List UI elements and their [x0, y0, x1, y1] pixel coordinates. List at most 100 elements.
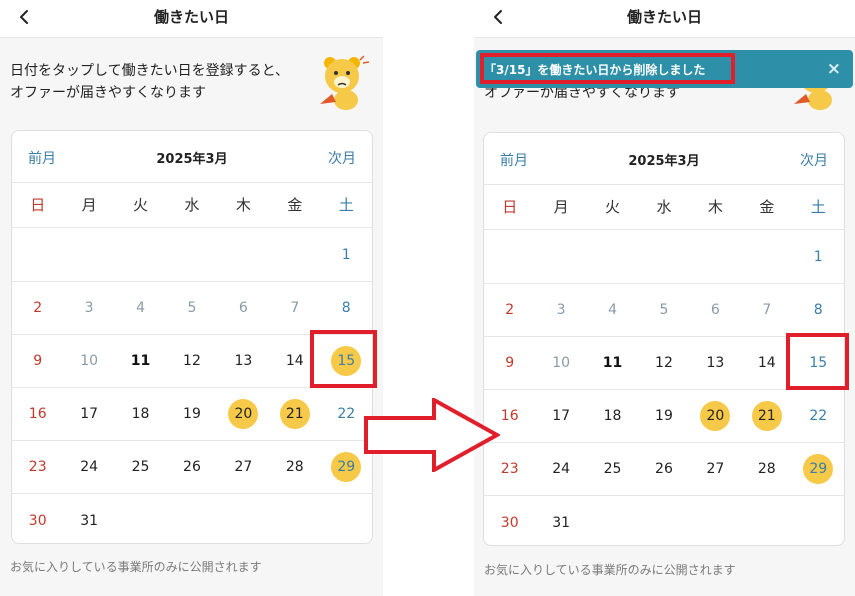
calendar-day-cell[interactable]: 25 [115, 441, 166, 493]
month-label: 2025年3月 [156, 152, 228, 167]
calendar-day-cell[interactable]: 11 [587, 337, 638, 389]
calendar-day-cell[interactable]: 25 [587, 443, 638, 495]
calendar-day-cell[interactable]: 2 [12, 282, 63, 334]
calendar-day-cell[interactable]: 10 [535, 337, 586, 389]
calendar-day-cell[interactable]: 28 [741, 443, 792, 495]
calendar-day-cell[interactable]: 5 [166, 282, 217, 334]
calendar-day-cell[interactable]: 24 [535, 443, 586, 495]
header: 働きたい日 [0, 0, 383, 38]
calendar-day-number: 31 [552, 514, 571, 531]
calendar-day-number: 11 [602, 355, 623, 371]
calendar-day-cell[interactable]: 31 [63, 494, 114, 543]
calendar-day-number: 3 [84, 300, 94, 316]
close-icon[interactable]: × [827, 59, 841, 79]
calendar-day-cell[interactable]: 26 [166, 441, 217, 493]
calendar-day-cell[interactable]: 2 [484, 284, 535, 336]
calendar-day-number: 13 [706, 355, 725, 371]
calendar-day-cell[interactable]: 13 [690, 337, 741, 389]
calendar-week-row: 1 [484, 231, 844, 284]
calendar-day-cell[interactable]: 6 [218, 282, 269, 334]
calendar-day-cell[interactable]: 24 [63, 441, 114, 493]
calendar-day-cell[interactable]: 10 [63, 335, 114, 387]
calendar-day-number: 28 [757, 461, 776, 477]
calendar-day-cell[interactable]: 27 [690, 443, 741, 495]
next-month-button[interactable]: 次月 [328, 148, 356, 168]
calendar-day-cell[interactable]: 19 [166, 388, 217, 440]
calendar-day-number: 10 [80, 353, 99, 369]
calendar-day-cell[interactable]: 20 [690, 390, 741, 442]
calendar-day-cell[interactable]: 26 [638, 443, 689, 495]
calendar-day-number: 25 [131, 459, 150, 475]
calendar-day-cell[interactable]: 8 [793, 284, 844, 336]
calendar-empty-cell [535, 231, 586, 283]
calendar-day-number: 14 [285, 353, 304, 369]
calendar-day-number: 6 [238, 300, 248, 316]
weekday-label: 月 [553, 198, 569, 216]
calendar-day-cell[interactable]: 28 [269, 441, 320, 493]
calendar-day-cell[interactable]: 13 [218, 335, 269, 387]
calendar-day-cell[interactable]: 22 [793, 390, 844, 442]
calendar-day-cell[interactable]: 18 [115, 388, 166, 440]
calendar-day-cell[interactable]: 31 [535, 496, 586, 545]
calendar-day-cell[interactable]: 5 [638, 284, 689, 336]
calendar-week-row: 30 31 [12, 494, 372, 543]
calendar-day-cell[interactable]: 27 [218, 441, 269, 493]
calendar-day-cell[interactable]: 21 [269, 388, 320, 440]
calendar-day-cell[interactable]: 29 [793, 443, 844, 495]
calendar-day-cell[interactable]: 3 [535, 284, 586, 336]
next-month-button[interactable]: 次月 [800, 150, 828, 170]
calendar-day-number: 12 [655, 355, 673, 371]
calendar-empty-cell [166, 494, 217, 543]
calendar-day-cell[interactable]: 23 [12, 441, 63, 493]
calendar-day-number: 23 [28, 459, 47, 475]
calendar-day-cell[interactable]: 4 [115, 282, 166, 334]
calendar-day-number: 12 [183, 353, 201, 369]
calendar-empty-cell [218, 494, 269, 543]
calendar-day-number: 29 [803, 454, 834, 484]
calendar-day-cell[interactable]: 14 [741, 337, 792, 389]
calendar-day-cell[interactable]: 7 [741, 284, 792, 336]
calendar-day-cell[interactable]: 4 [587, 284, 638, 336]
calendar-day-number: 5 [187, 300, 197, 316]
screen-after: 働きたい日 日付をタップして働きたい日を登録すると、 オファーが届きやすくなりま… [474, 0, 855, 596]
calendar-day-cell[interactable]: 6 [690, 284, 741, 336]
calendar-day-cell[interactable]: 17 [535, 390, 586, 442]
calendar-day-number: 10 [552, 355, 571, 371]
calendar-day-cell[interactable]: 9 [484, 337, 535, 389]
calendar-day-cell[interactable]: 1 [321, 229, 372, 281]
calendar-day-cell[interactable]: 12 [638, 337, 689, 389]
calendar-empty-cell [690, 496, 741, 545]
calendar-day-cell[interactable]: 30 [484, 496, 535, 545]
highlight-box-date-after [786, 333, 849, 390]
calendar-day-number: 27 [706, 461, 725, 477]
calendar-week-row: 2 3 4 5 6 7 8 [484, 284, 844, 337]
calendar-day-cell[interactable]: 8 [321, 282, 372, 334]
calendar-week-row: 23 24 25 26 27 28 29 [484, 443, 844, 496]
calendar-day-number: 16 [28, 406, 47, 422]
calendar-day-cell[interactable]: 9 [12, 335, 63, 387]
header: 働きたい日 [474, 0, 855, 38]
calendar-day-cell[interactable]: 7 [269, 282, 320, 334]
calendar-day-cell[interactable]: 11 [115, 335, 166, 387]
calendar-day-cell[interactable]: 12 [166, 335, 217, 387]
calendar-day-number: 20 [700, 401, 731, 431]
calendar-day-cell[interactable]: 19 [638, 390, 689, 442]
calendar-day-cell[interactable]: 17 [63, 388, 114, 440]
calendar-day-cell[interactable]: 1 [793, 231, 844, 283]
weekday-header: 日 月 火 水 木 金 土 [12, 183, 372, 228]
calendar-week-row: 2 3 4 5 6 7 8 [12, 282, 372, 335]
calendar-empty-cell [587, 496, 638, 545]
calendar-day-cell[interactable]: 18 [587, 390, 638, 442]
calendar-day-number: 27 [234, 459, 253, 475]
calendar-day-cell[interactable]: 21 [741, 390, 792, 442]
calendar-day-number: 24 [80, 459, 99, 475]
calendar-day-cell[interactable]: 20 [218, 388, 269, 440]
calendar-week-row: 16 17 18 19 20 21 22 [12, 388, 372, 441]
calendar-day-cell[interactable]: 3 [63, 282, 114, 334]
weekday-label: 水 [656, 198, 672, 216]
calendar-day-cell[interactable]: 16 [12, 388, 63, 440]
calendar-day-number: 25 [603, 461, 622, 477]
weekday-label: 日 [30, 196, 46, 214]
calendar-day-cell[interactable]: 30 [12, 494, 63, 543]
right-arrow-icon [364, 398, 500, 472]
